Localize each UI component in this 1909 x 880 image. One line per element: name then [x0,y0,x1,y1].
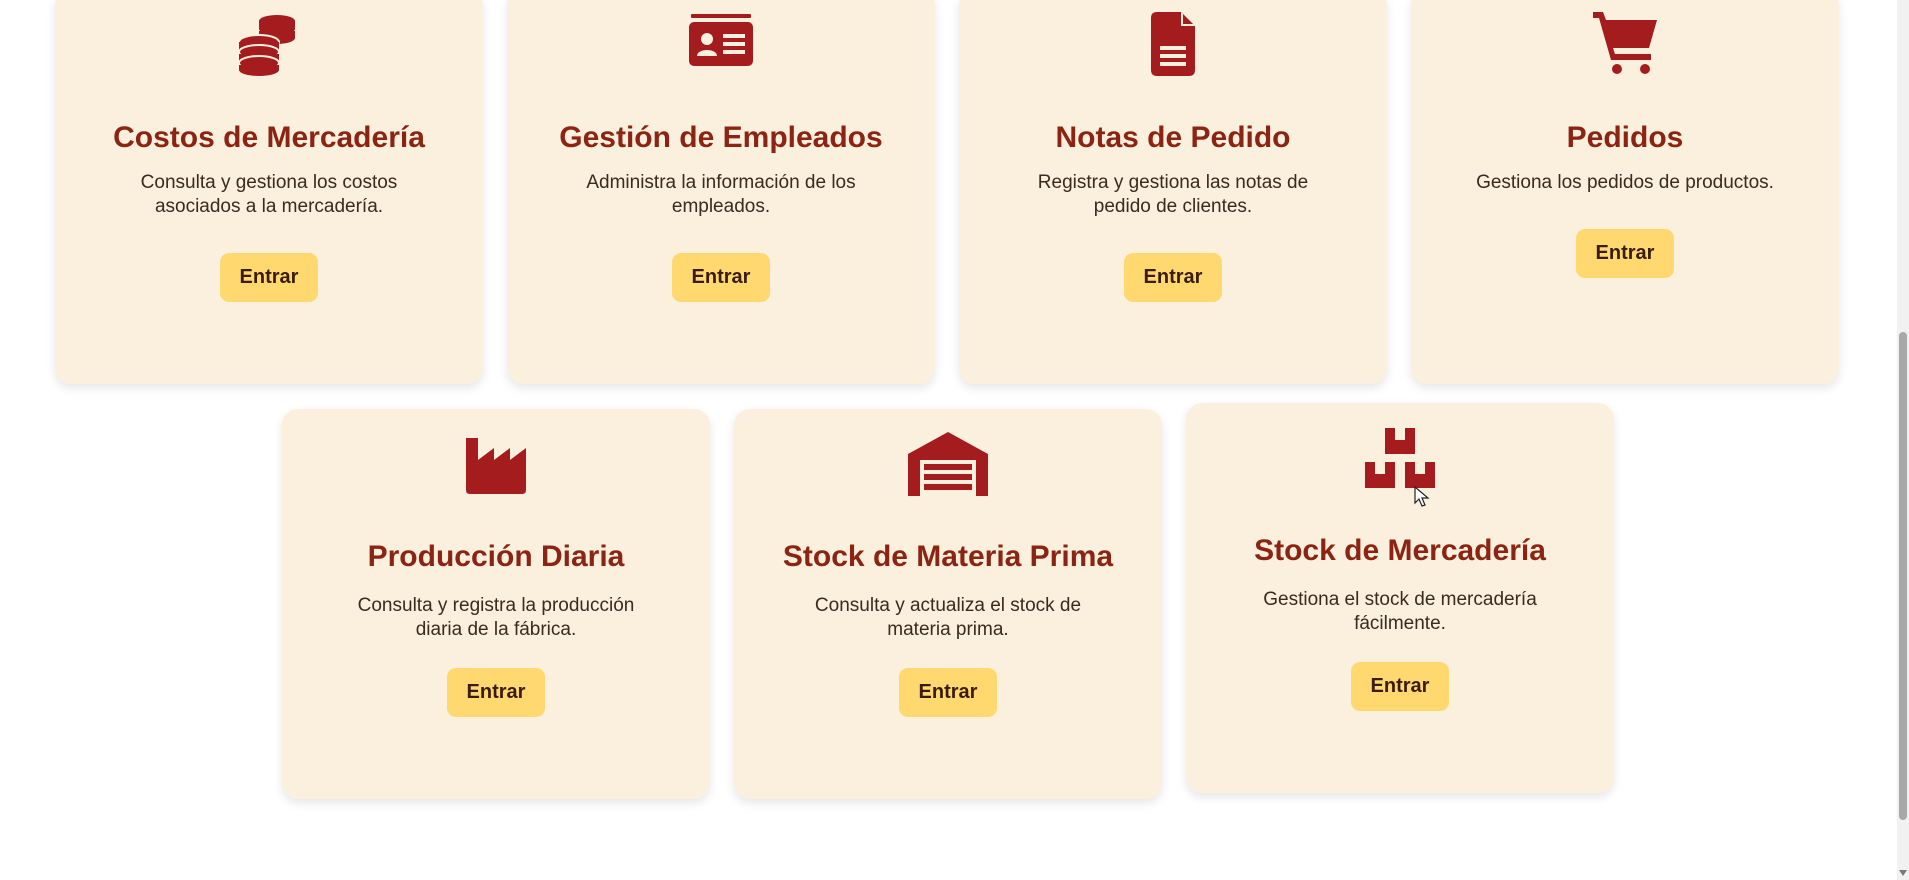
card-gestion-empleados: Gestión de Empleados Administra la infor… [507,0,935,384]
mouse-cursor-icon [1414,486,1430,507]
scrollbar-thumb[interactable] [1899,332,1907,820]
card-title: Producción Diaria [367,540,625,573]
entrar-button[interactable]: Entrar [220,253,318,302]
card-title: Notas de Pedido [1055,121,1291,154]
card-pedidos: Pedidos Gestiona los pedidos de producto… [1411,0,1839,384]
card-stock-mercaderia: Stock de Mercadería Gestiona el stock de… [1186,403,1614,793]
card-description: Consulta y actualiza el stock de materia… [814,595,1082,640]
card-title: Pedidos [1566,121,1684,154]
card-title: Gestión de Empleados [559,121,883,154]
card-description: Gestiona el stock de mercadería fácilmen… [1263,589,1537,634]
entrar-button[interactable]: Entrar [899,668,997,717]
card-title: Stock de Materia Prima [782,540,1114,573]
card-description: Consulta y registra la producción diaria… [357,595,635,640]
card-title: Stock de Mercadería [1254,534,1546,567]
coins-icon [55,12,483,81]
card-description: Registra y gestiona las notas de pedido … [1037,172,1309,217]
file-icon [959,12,1387,81]
id-card-icon [507,12,935,81]
scrollbar[interactable] [1897,0,1909,880]
card-description: Administra la información de los emplead… [586,172,856,217]
entrar-button[interactable]: Entrar [1576,229,1674,278]
factory-icon [282,432,710,501]
card-description: Consulta y gestiona los costos asociados… [140,172,398,217]
entrar-button[interactable]: Entrar [447,668,545,717]
card-stock-materia-prima: Stock de Materia Prima Consulta y actual… [734,409,1162,799]
boxes-icon [1186,426,1614,495]
card-costos-mercaderia: Costos de Mercadería Consulta y gestiona… [55,0,483,384]
scroll-down-arrow-icon[interactable] [1899,870,1907,876]
warehouse-icon [734,432,1162,501]
entrar-button[interactable]: Entrar [1351,662,1449,711]
entrar-button[interactable]: Entrar [1124,253,1222,302]
entrar-button[interactable]: Entrar [672,253,770,302]
card-description: Gestiona los pedidos de productos. [1476,172,1774,193]
card-notas-pedido: Notas de Pedido Registra y gestiona las … [959,0,1387,384]
card-title: Costos de Mercadería [113,121,425,154]
cart-icon [1411,12,1839,81]
card-produccion-diaria: Producción Diaria Consulta y registra la… [282,409,710,799]
